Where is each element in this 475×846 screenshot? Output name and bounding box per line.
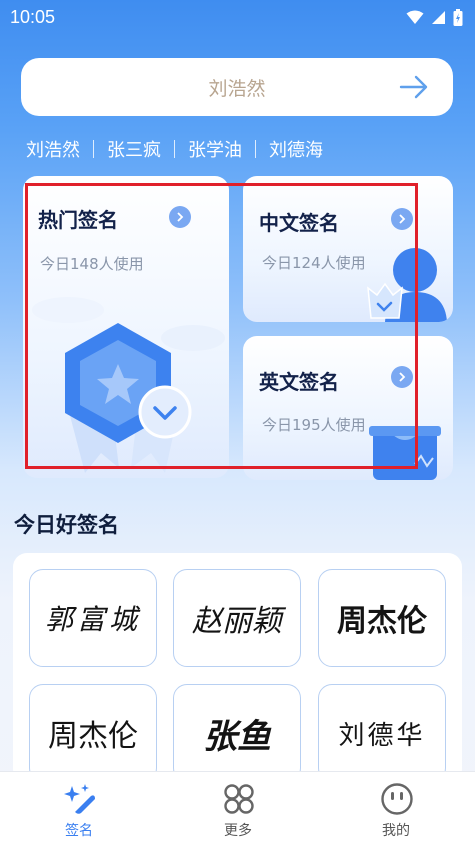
card-usage: 今日195人使用 [262,416,366,434]
signature-text: 周杰伦 [337,604,427,639]
signature-grid: 郭富城 赵丽颖 周杰伦 周杰伦 张鱼 刘德华 [13,553,462,783]
history-item[interactable]: 刘德海 [269,136,323,162]
search-history: 刘浩然 张三疯 张学油 刘德海 [26,136,323,162]
signature-card[interactable]: 周杰伦 [29,684,157,782]
signature-card[interactable]: 张鱼 [173,684,301,782]
tab-label: 更多 [224,823,252,839]
search-input[interactable]: 刘浩然 [21,58,453,116]
arrow-right-icon[interactable] [399,74,429,100]
tab-mine[interactable]: 我的 [346,772,446,846]
card-title: 热门签名 [38,208,118,232]
medal-badge-icon [32,297,225,473]
tab-more[interactable]: 更多 [188,772,288,846]
section-title: 今日好签名 [14,513,119,537]
chevron-right-icon [391,366,413,388]
wifi-icon [406,10,424,24]
divider [174,140,175,158]
history-item[interactable]: 张学油 [188,136,242,162]
tab-label: 签名 [65,823,93,839]
signature-text: 郭富城 [44,603,141,636]
card-title: 中文签名 [259,211,339,235]
signature-text: 赵丽颖 [192,604,282,639]
signature-card[interactable]: 郭富城 [29,569,157,667]
card-usage: 今日148人使用 [40,255,144,273]
signature-text: 周杰伦 [48,719,138,754]
chevron-right-icon [169,206,191,228]
grid-icon [224,784,254,814]
chinese-signature-card[interactable]: 中文签名 今日124人使用 [243,176,453,322]
chevron-right-icon [391,208,413,230]
card-title: 英文签名 [259,370,339,394]
bottom-tab-bar: 签名 更多 我的 [0,771,475,846]
signature-card[interactable]: 刘德华 [318,684,446,782]
user-avatar-icon [367,248,447,322]
battery-icon [453,8,463,26]
divider [255,140,256,158]
status-time: 10:05 [10,6,56,27]
signature-card[interactable]: 赵丽颖 [173,569,301,667]
search-text: 刘浩然 [208,77,266,100]
tab-label: 我的 [382,823,410,839]
sparkle-icon [64,784,95,814]
divider [93,140,94,158]
english-signature-card[interactable]: 英文签名 今日195人使用 [243,336,453,480]
signature-text: 张鱼 [203,716,271,757]
tshirt-icon [369,426,441,480]
smiley-icon [381,783,413,815]
hot-signature-card[interactable]: 热门签名 今日148人使用 [23,176,229,478]
status-bar: 10:05 [0,0,475,34]
history-item[interactable]: 张三疯 [107,136,161,162]
signature-card[interactable]: 周杰伦 [318,569,446,667]
signature-text: 刘德华 [338,720,426,751]
signal-icon [432,10,445,24]
tab-signature[interactable]: 签名 [29,772,129,846]
history-item[interactable]: 刘浩然 [26,136,80,162]
card-usage: 今日124人使用 [262,254,366,272]
status-icons [406,8,463,26]
